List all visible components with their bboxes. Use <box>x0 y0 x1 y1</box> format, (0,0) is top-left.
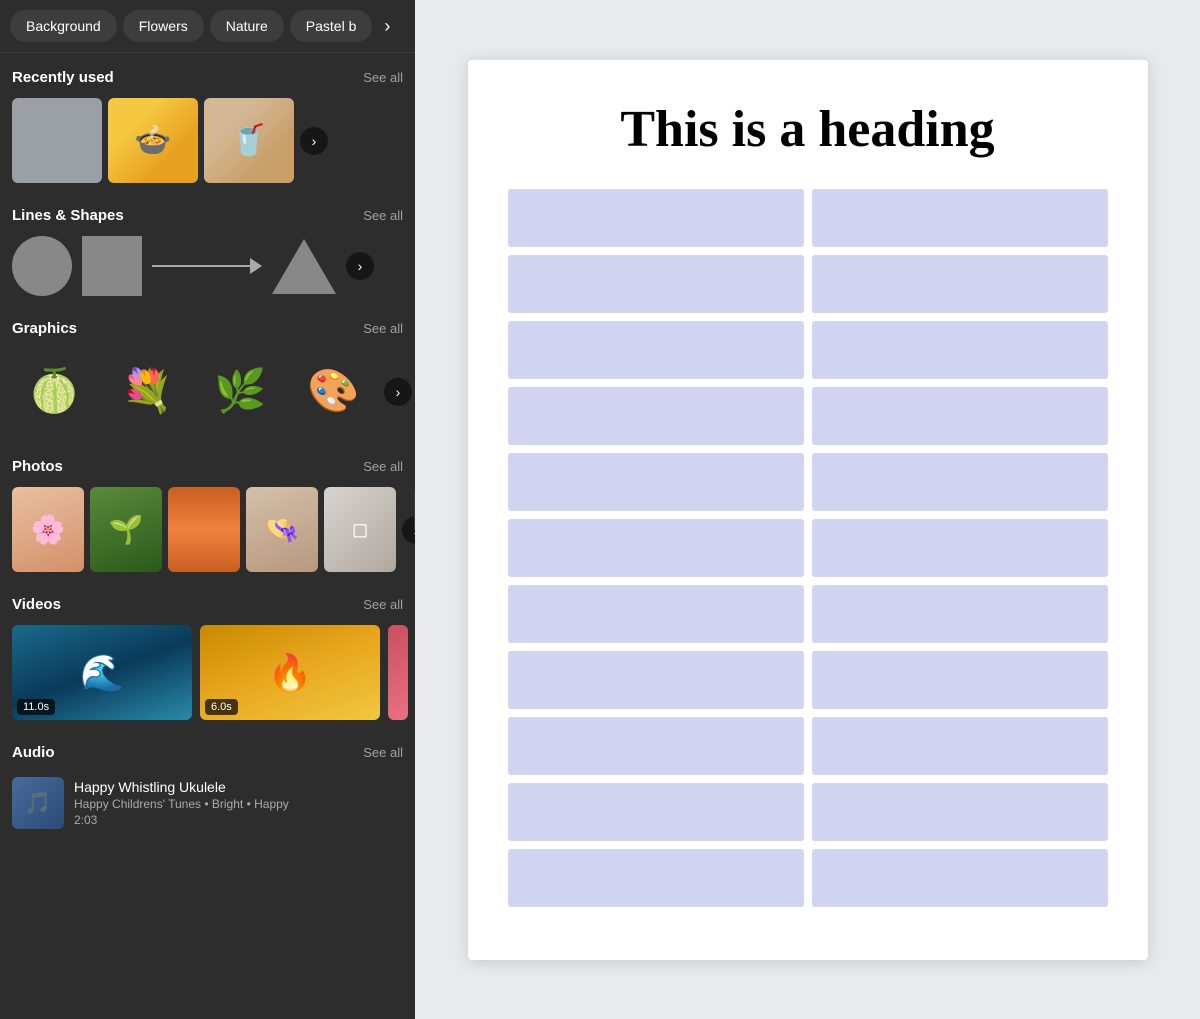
recently-thumb-food2[interactable]: 🥤 <box>204 98 294 183</box>
audio-item-title: Happy Whistling Ukulele <box>74 779 403 795</box>
graphics-section: Graphics See all 🍈 💐 🌿 🎨 › <box>0 304 415 442</box>
audio-section: Audio See all 🎵 Happy Whistling Ukulele … <box>0 728 415 841</box>
video-ocean-duration: 11.0s <box>17 699 55 715</box>
doc-heading: This is a heading <box>508 100 1108 159</box>
doc-cell <box>508 453 804 511</box>
photos-header: Photos See all <box>12 458 403 475</box>
lines-shapes-see-all[interactable]: See all <box>363 208 403 223</box>
shape-arrow-line <box>152 265 250 267</box>
video-fire[interactable]: 🔥 6.0s <box>200 625 380 720</box>
canvas-document: This is a heading <box>468 60 1148 960</box>
audio-thumb: 🎵 <box>12 777 64 829</box>
audio-info: Happy Whistling Ukulele Happy Childrens'… <box>74 779 403 827</box>
doc-cell <box>508 717 804 775</box>
shape-triangle <box>272 239 336 294</box>
recently-used-title: Recently used <box>12 69 114 86</box>
shape-circle-item[interactable] <box>12 236 72 296</box>
doc-cell <box>812 321 1108 379</box>
photo-person[interactable]: 👒 <box>246 487 318 572</box>
recently-thumb-blank[interactable] <box>12 98 102 183</box>
doc-cell <box>508 783 804 841</box>
photo-orange-sky[interactable] <box>168 487 240 572</box>
doc-cell <box>508 651 804 709</box>
shape-triangle-item[interactable] <box>272 239 336 294</box>
shape-rect-item[interactable] <box>82 236 142 296</box>
lines-shapes-header: Lines & Shapes See all <box>12 207 403 224</box>
recently-used-header: Recently used See all <box>12 69 403 86</box>
doc-cell <box>812 783 1108 841</box>
graphic-flowers[interactable]: 💐 <box>105 349 190 434</box>
graphic-leaf[interactable]: 🌿 <box>198 349 283 434</box>
photo-flower[interactable]: 🌸 <box>12 487 84 572</box>
recently-thumb-food1[interactable]: 🍲 <box>108 98 198 183</box>
photos-title: Photos <box>12 458 63 475</box>
graphic-colorful[interactable]: 🎨 <box>291 349 376 434</box>
tag-pastel[interactable]: Pastel b <box>290 10 373 42</box>
audio-item[interactable]: 🎵 Happy Whistling Ukulele Happy Children… <box>12 773 403 833</box>
doc-cell <box>812 255 1108 313</box>
photos-section: Photos See all 🌸 🌱 👒 ◻ › <box>0 442 415 580</box>
graphic-papaya[interactable]: 🍈 <box>12 349 97 434</box>
doc-cell <box>812 717 1108 775</box>
audio-see-all[interactable]: See all <box>363 745 403 760</box>
tag-background[interactable]: Background <box>10 10 117 42</box>
doc-cell <box>508 255 804 313</box>
lines-shapes-title: Lines & Shapes <box>12 207 124 224</box>
shape-rect <box>82 236 142 296</box>
shape-circle <box>12 236 72 296</box>
photos-row: 🌸 🌱 👒 ◻ › <box>12 487 403 572</box>
audio-item-duration: 2:03 <box>74 813 403 827</box>
doc-cell <box>812 651 1108 709</box>
recently-used-row: 🍲 🥤 › <box>12 98 403 183</box>
video-ocean[interactable]: 🌊 11.0s <box>12 625 192 720</box>
tag-more-button[interactable]: › <box>378 12 396 41</box>
videos-header: Videos See all <box>12 596 403 613</box>
tag-nature[interactable]: Nature <box>210 10 284 42</box>
video-partial[interactable] <box>388 625 408 720</box>
shapes-row: › <box>12 236 403 296</box>
photo-nature[interactable]: 🌱 <box>90 487 162 572</box>
panel-collapse-handle[interactable]: ‹ <box>414 490 415 530</box>
videos-row: 🌊 11.0s 🔥 6.0s › <box>12 625 403 720</box>
recently-used-section: Recently used See all 🍲 🥤 › <box>0 53 415 191</box>
videos-section: Videos See all 🌊 11.0s 🔥 6.0s › <box>0 580 415 728</box>
photos-see-all[interactable]: See all <box>363 459 403 474</box>
doc-cell <box>812 519 1108 577</box>
doc-cell <box>508 585 804 643</box>
videos-see-all[interactable]: See all <box>363 597 403 612</box>
graphics-see-all[interactable]: See all <box>363 321 403 336</box>
doc-cell <box>812 453 1108 511</box>
graphics-header: Graphics See all <box>12 320 403 337</box>
tag-bar: Background Flowers Nature Pastel b › <box>0 0 415 53</box>
audio-title: Audio <box>12 744 55 761</box>
canvas-area: This is a heading <box>415 0 1200 1019</box>
videos-title: Videos <box>12 596 61 613</box>
lines-shapes-section: Lines & Shapes See all › <box>0 191 415 304</box>
doc-cell <box>508 321 804 379</box>
left-panel: Background Flowers Nature Pastel b › Rec… <box>0 0 415 1019</box>
graphics-scroll-right[interactable]: › <box>384 378 412 406</box>
graphics-title: Graphics <box>12 320 77 337</box>
video-fire-duration: 6.0s <box>205 699 238 715</box>
doc-cell <box>508 519 804 577</box>
recently-scroll-right[interactable]: › <box>300 127 328 155</box>
shape-arrow-head <box>250 258 262 274</box>
shape-arrow-item[interactable] <box>152 258 262 274</box>
audio-header: Audio See all <box>12 744 403 761</box>
doc-grid <box>508 189 1108 907</box>
doc-cell <box>508 387 804 445</box>
doc-cell <box>812 189 1108 247</box>
doc-cell <box>812 387 1108 445</box>
recently-used-see-all[interactable]: See all <box>363 70 403 85</box>
doc-cell <box>508 849 804 907</box>
photo-abstract[interactable]: ◻ <box>324 487 396 572</box>
shapes-scroll-right[interactable]: › <box>346 252 374 280</box>
tag-flowers[interactable]: Flowers <box>123 10 204 42</box>
doc-cell <box>812 849 1108 907</box>
shape-arrow <box>152 258 262 274</box>
doc-cell <box>812 585 1108 643</box>
doc-cell <box>508 189 804 247</box>
audio-item-meta: Happy Childrens' Tunes • Bright • Happy <box>74 797 403 811</box>
graphics-row: 🍈 💐 🌿 🎨 › <box>12 349 403 434</box>
